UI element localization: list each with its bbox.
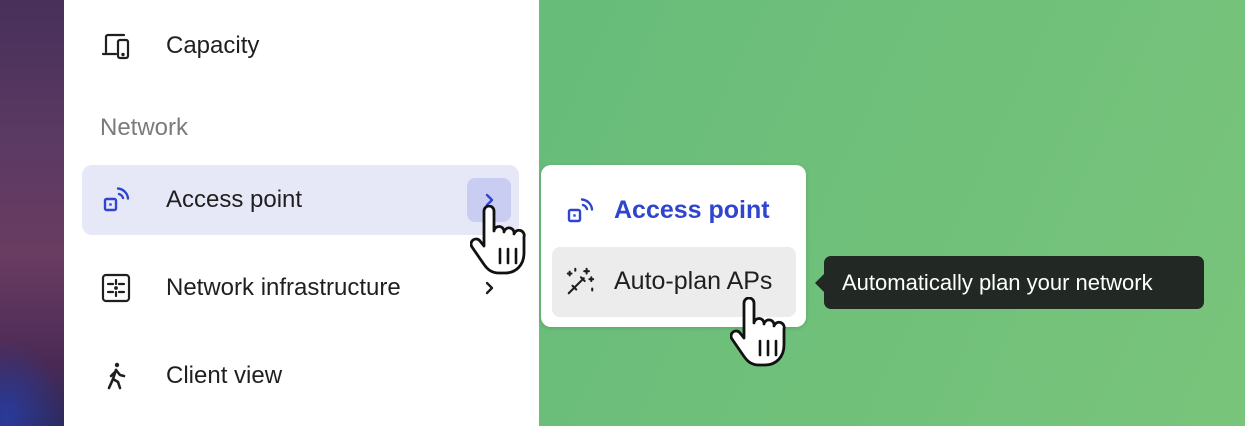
sidebar-item-access-point[interactable]: Access point: [82, 165, 519, 235]
tooltip-text: Automatically plan your network: [842, 269, 1153, 295]
walking-person-icon: [100, 360, 132, 392]
sidebar-item-label: Client view: [166, 362, 283, 389]
devices-icon: [100, 30, 132, 62]
sidebar-item-capacity[interactable]: Capacity: [82, 11, 519, 81]
hand-pointer-icon: [729, 296, 792, 371]
access-point-icon: [564, 195, 596, 227]
access-point-icon: [100, 184, 132, 216]
submenu-item-access-point[interactable]: Access point: [552, 176, 796, 246]
sidebar-item-client-view[interactable]: Client view: [82, 341, 519, 411]
desktop-background-left: [0, 0, 64, 426]
sidebar: Capacity Network Access point Network in…: [64, 0, 539, 426]
chevron-right-icon: [485, 281, 494, 295]
magic-wand-icon: [564, 266, 596, 298]
tooltip: Automatically plan your network: [815, 256, 1204, 309]
section-title-network: Network: [100, 114, 189, 141]
submenu-item-label: Access point: [614, 196, 770, 224]
submenu-item-label: Auto-plan APs: [614, 267, 773, 295]
sidebar-item-label: Network infrastructure: [166, 274, 401, 301]
sidebar-item-network-infrastructure[interactable]: Network infrastructure: [82, 253, 519, 323]
sidebar-item-label: Capacity: [166, 32, 260, 59]
hand-pointer-icon: [469, 204, 532, 279]
sidebar-item-label: Access point: [166, 186, 303, 213]
network-infrastructure-icon: [100, 272, 132, 304]
